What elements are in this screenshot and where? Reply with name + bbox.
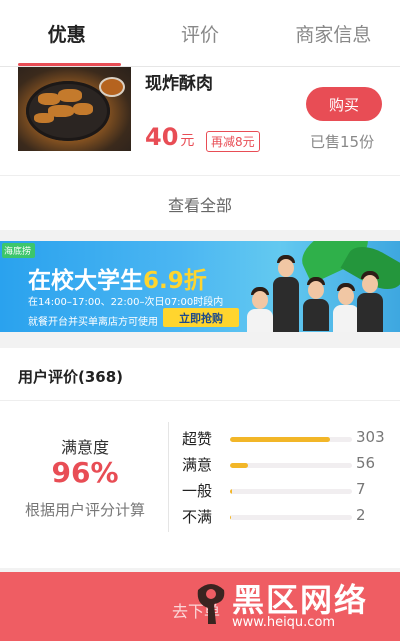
banner-time-line: 在14:00–17:00、22:00–次日07:00时段内 xyxy=(28,297,224,308)
rating-bar-track xyxy=(230,437,352,442)
tab-bar: 优惠 评价 商家信息 xyxy=(0,0,400,67)
rating-count: 56 xyxy=(356,454,376,472)
rating-row-excellent: 超赞 303 xyxy=(182,428,392,450)
rating-bar-fill xyxy=(230,515,232,520)
view-all-link[interactable]: 查看全部 xyxy=(0,175,400,231)
haidilao-logo: 海底捞 xyxy=(2,243,36,258)
rating-label: 不满 xyxy=(182,508,213,526)
rating-count: 303 xyxy=(356,428,385,446)
price-value: 40 xyxy=(145,123,179,151)
buy-button[interactable]: 购买 xyxy=(306,87,382,121)
rating-bar-track xyxy=(230,515,352,520)
banner-title: 在校大学生6.9折 xyxy=(28,261,207,295)
rating-label: 一般 xyxy=(182,482,213,500)
sold-count: 已售15份 xyxy=(310,133,375,151)
watermark-logo-icon xyxy=(197,584,225,624)
deal-name: 现炸酥肉 xyxy=(145,74,213,94)
rating-row-average: 一般 7 xyxy=(182,480,392,502)
satisfaction-value: 96% xyxy=(51,456,119,489)
price-unit: 元 xyxy=(180,133,195,149)
banner-note-line: 就餐开台并买单离店方可使用 xyxy=(28,317,158,328)
rating-row-dissatisfied: 不满 2 xyxy=(182,506,392,528)
banner-title-highlight: 6.9折 xyxy=(143,268,207,294)
deal-price: 40 元 xyxy=(145,123,194,151)
discount-badge: 再减8元 xyxy=(206,131,260,152)
rating-bar-fill xyxy=(230,489,233,494)
rating-count: 7 xyxy=(356,480,366,498)
promo-banner[interactable]: 海底捞 在校大学生6.9折 在14:00–17:00、22:00–次日07:00… xyxy=(0,241,400,332)
rating-label: 满意 xyxy=(182,456,213,474)
reviews-section: 用户评价(368) 满意度 96% 根据用户评分计算 超赞 303 满意 56 … xyxy=(0,348,400,568)
tab-offers[interactable]: 优惠 xyxy=(0,0,133,66)
rating-bar-fill xyxy=(230,437,331,442)
rating-label: 超赞 xyxy=(182,430,213,448)
tab-merchant-info[interactable]: 商家信息 xyxy=(267,0,400,66)
satisfaction-label: 满意度 xyxy=(60,438,109,457)
tab-reviews[interactable]: 评价 xyxy=(133,0,266,66)
reviews-title[interactable]: 用户评价(368) xyxy=(18,366,123,387)
rating-bar-track xyxy=(230,463,352,468)
satisfaction-note: 根据用户评分计算 xyxy=(24,501,145,519)
rating-bar-fill xyxy=(230,463,249,468)
watermark-url: www.heiqu.com xyxy=(232,615,336,630)
deal-image[interactable] xyxy=(18,67,131,151)
divider xyxy=(0,400,400,401)
rating-row-satisfied: 满意 56 xyxy=(182,454,392,476)
divider xyxy=(168,422,169,532)
deal-card: 现炸酥肉 40 元 再减8元 购买 已售15份 查看全部 xyxy=(0,67,400,230)
rating-count: 2 xyxy=(356,506,366,524)
banner-cta-button[interactable]: 立即抢购 xyxy=(163,308,239,327)
rating-bar-track xyxy=(230,489,352,494)
banner-title-prefix: 在校大学生 xyxy=(28,268,143,294)
